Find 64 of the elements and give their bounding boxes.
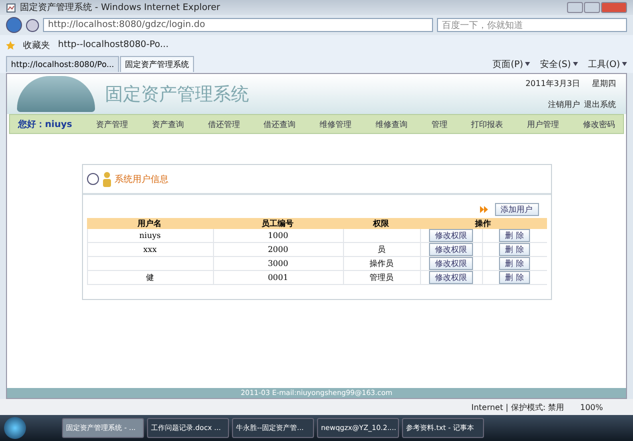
- zoom-text: 100%: [580, 402, 603, 412]
- browser-tab[interactable]: 固定资产管理系统: [120, 56, 194, 72]
- zone-text: Internet | 保护模式: 禁用: [471, 402, 564, 412]
- table-cell: 操作员: [342, 257, 420, 271]
- command-menu[interactable]: 安全(S): [540, 58, 571, 70]
- panel-title: 系统用户信息: [114, 174, 168, 186]
- delete-button[interactable]: 删 除: [499, 243, 530, 256]
- nav-link[interactable]: 资产查询: [152, 118, 184, 130]
- forward-button[interactable]: [26, 18, 39, 32]
- table-cell: 1000: [212, 229, 342, 243]
- table-cell: 2000: [212, 243, 342, 257]
- nav-link[interactable]: 借还查询: [264, 118, 296, 130]
- column-header: 权限: [342, 218, 420, 229]
- nav-link[interactable]: 用户管理: [527, 118, 559, 130]
- column-header: 操作: [420, 218, 546, 229]
- system-title: 固定资产管理系统: [105, 83, 249, 106]
- window-title: 固定资产管理系统 - Windows Internet Explorer: [20, 2, 220, 14]
- nav-link[interactable]: 资产管理: [96, 118, 128, 130]
- table-cell: 健: [86, 271, 212, 285]
- command-menu[interactable]: 工具(O): [588, 58, 620, 70]
- add-user-button[interactable]: 添加用户: [494, 203, 538, 216]
- double-arrow-icon: [480, 206, 488, 213]
- table-cell: niuys: [86, 229, 212, 243]
- table-cell: xxx: [86, 243, 212, 257]
- nav-link[interactable]: 打印报表: [471, 118, 504, 130]
- command-menu[interactable]: 页面(P): [492, 58, 524, 70]
- nav-link[interactable]: 借还管理: [208, 118, 240, 130]
- delete-button[interactable]: 删 除: [499, 229, 530, 242]
- badge-icon: [86, 173, 98, 185]
- nav-link[interactable]: 维修管理: [320, 118, 352, 130]
- table-cell: 员: [342, 243, 420, 257]
- browser-tab[interactable]: http://localhost:8080/Po...: [6, 56, 120, 72]
- start-button[interactable]: [4, 417, 26, 439]
- delete-button[interactable]: 删 除: [499, 257, 530, 270]
- search-field[interactable]: 百度一下，你就知道: [437, 18, 627, 32]
- nav-link[interactable]: 修改密码: [582, 118, 615, 130]
- delete-button[interactable]: 删 除: [499, 271, 530, 284]
- header-link[interactable]: 注销用户: [548, 99, 580, 110]
- edit-permission-button[interactable]: 修改权限: [429, 271, 473, 284]
- url-text: http://localhost:8080/gdzc/login.do: [48, 20, 206, 30]
- table-cell: 管理员: [342, 271, 420, 285]
- header-link[interactable]: 退出系统: [584, 99, 616, 110]
- favorites-label: 收藏夹: [23, 40, 50, 52]
- date-text: 2011年3月3日: [525, 78, 580, 89]
- edit-permission-button[interactable]: 修改权限: [429, 229, 473, 242]
- column-header: 用户名: [86, 218, 212, 229]
- column-header: 员工编号: [212, 218, 342, 229]
- favorite-link[interactable]: http--localhost8080-Po...: [58, 40, 169, 50]
- caret-icon: [525, 62, 530, 66]
- greeting-text: 您好：niuys: [18, 118, 72, 130]
- caret-icon: [572, 62, 578, 66]
- edit-permission-button[interactable]: 修改权限: [429, 257, 473, 270]
- caret-icon: [622, 62, 627, 66]
- address-field[interactable]: http://localhost:8080/gdzc/login.do: [43, 18, 433, 32]
- star-icon: [6, 40, 15, 50]
- table-cell: 0001: [212, 271, 342, 285]
- nav-link[interactable]: 维修查询: [375, 118, 408, 130]
- search-placeholder: 百度一下，你就知道: [442, 20, 523, 32]
- back-button[interactable]: [6, 17, 22, 33]
- user-icon: [102, 171, 112, 187]
- edit-permission-button[interactable]: 修改权限: [429, 243, 473, 256]
- table-cell: 3000: [212, 257, 342, 271]
- nav-link[interactable]: 管理: [431, 118, 448, 130]
- weekday-text: 星期四: [592, 78, 616, 89]
